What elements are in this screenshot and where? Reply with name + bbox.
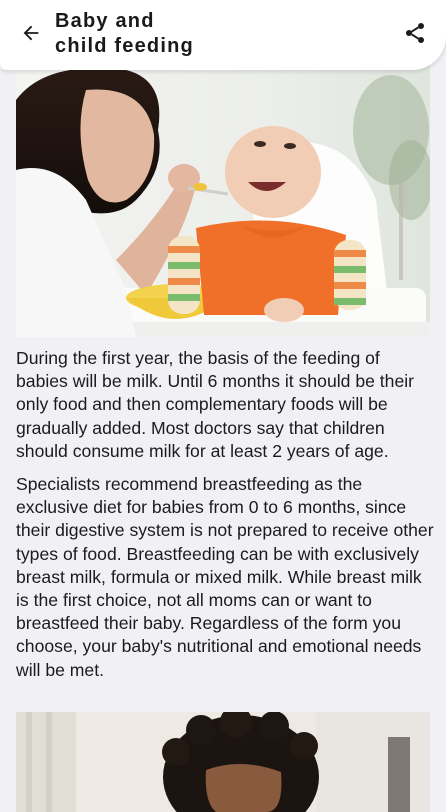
- app-bar: Baby and child feeding: [0, 0, 446, 70]
- article-paragraph-1: During the first year, the basis of the …: [16, 348, 414, 461]
- article-text: During the first year, the basis of the …: [16, 347, 434, 692]
- page-title-line-2: child feeding: [55, 35, 194, 57]
- mother-child-photo: [16, 712, 430, 812]
- arrow-left-icon: [23, 25, 39, 41]
- back-button[interactable]: [12, 14, 50, 52]
- baby-feeding-photo: [16, 60, 430, 337]
- article-paragraph-2: Specialists recommend breastfeeding as t…: [16, 474, 434, 680]
- share-icon: [406, 23, 424, 43]
- share-button[interactable]: [396, 14, 434, 52]
- page-title-line-1: Baby and: [55, 10, 155, 32]
- page-title: Baby and child feeding: [55, 9, 355, 59]
